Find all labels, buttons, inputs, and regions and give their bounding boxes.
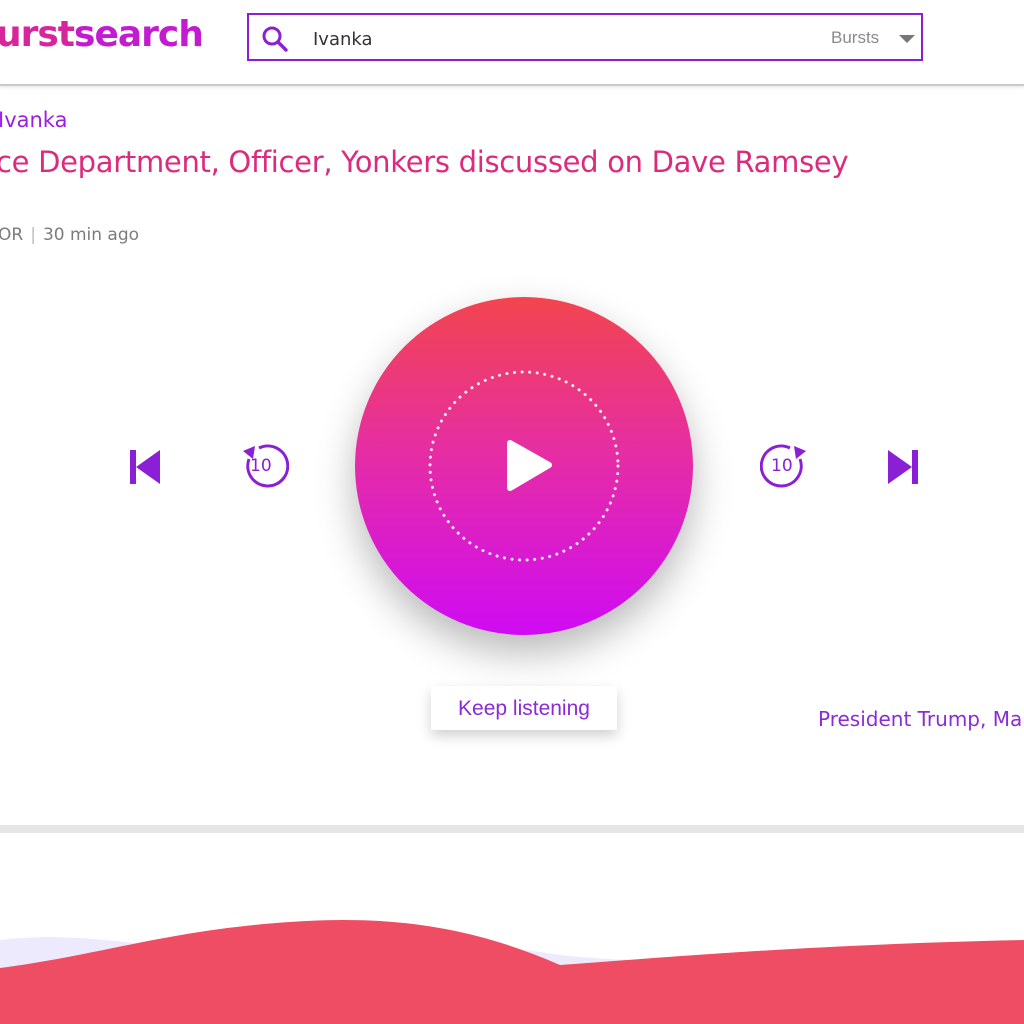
rewind-seconds-label: 10: [250, 456, 272, 476]
search-type-selected: Bursts: [831, 28, 880, 47]
rewind-10-button[interactable]: 10: [239, 443, 289, 491]
skip-forward-icon[interactable]: [886, 448, 920, 486]
section-divider: [0, 825, 1024, 833]
play-icon: [507, 440, 552, 491]
search-bar: Bursts: [247, 13, 923, 61]
burstsearch-logo[interactable]: urstsearch: [0, 14, 204, 55]
logo-part-search: search: [74, 14, 204, 55]
forward-seconds-label: 10: [771, 456, 793, 476]
decorative-waves: [0, 919, 1024, 1024]
logo-part-burst: urst: [0, 14, 75, 55]
burst-meta: OR | 30 min ago: [0, 225, 139, 245]
skip-back-icon[interactable]: [128, 448, 162, 486]
burst-tag-link[interactable]: Ivanka: [0, 108, 67, 132]
burst-time: 30 min ago: [42, 225, 140, 245]
play-button[interactable]: [355, 297, 693, 635]
forward-10-button[interactable]: 10: [760, 443, 810, 491]
top-header: urstsearch Bursts: [0, 0, 1024, 86]
search-icon[interactable]: [261, 25, 289, 53]
search-type-dropdown[interactable]: Bursts: [831, 23, 919, 53]
burst-headline: ce Department, Officer, Yonkers discusse…: [0, 145, 849, 179]
keep-listening-button[interactable]: Keep listening: [431, 686, 617, 730]
meta-separator: |: [30, 225, 36, 245]
chevron-down-icon: [899, 35, 915, 43]
search-input[interactable]: [311, 23, 815, 55]
burst-source: OR: [0, 225, 24, 245]
next-burst-topics-link[interactable]: President Trump, Ma: [818, 707, 1022, 731]
